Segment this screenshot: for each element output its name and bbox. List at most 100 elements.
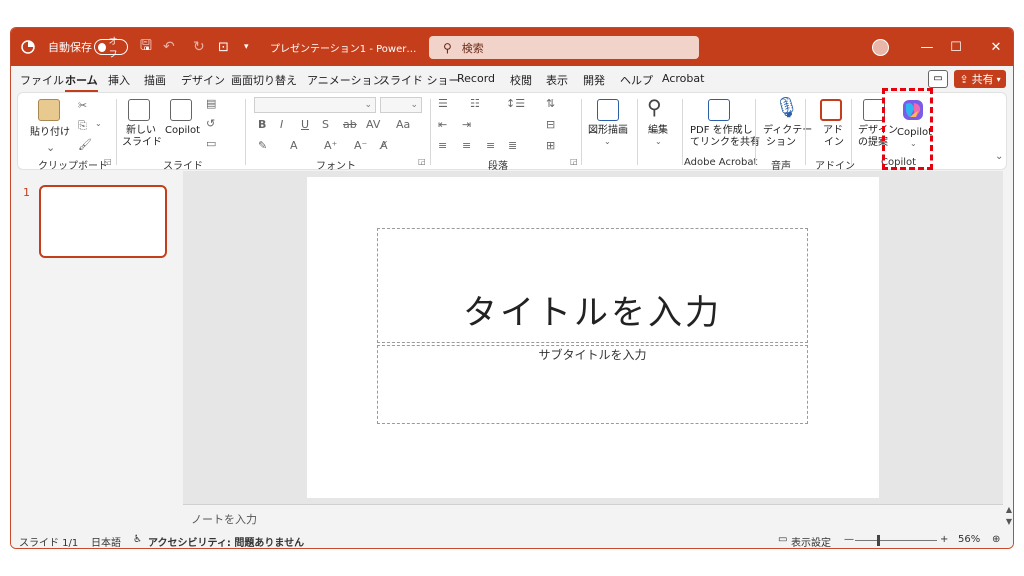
subtitle-placeholder[interactable]: サブタイトルを入力 <box>377 345 808 424</box>
tab-home[interactable]: ホーム <box>65 72 98 92</box>
microphone-icon[interactable]: 🎙 <box>774 95 799 119</box>
chevron-down-icon[interactable]: ⌄ <box>46 141 55 154</box>
addin-label-1[interactable]: アド <box>823 125 843 137</box>
new-slide-label-1[interactable]: 新しい <box>126 125 156 137</box>
title-placeholder[interactable]: タイトルを入力 <box>377 228 808 343</box>
font-color-icon[interactable]: A <box>290 139 298 152</box>
strikethrough-icon[interactable]: ab <box>343 118 357 131</box>
addin-label-2[interactable]: イン <box>824 137 844 149</box>
zoom-slider[interactable] <box>855 535 937 546</box>
new-slide-icon[interactable] <box>128 99 150 121</box>
tab-review[interactable]: 校閲 <box>510 72 532 88</box>
smartart-icon[interactable]: ⊞ <box>546 139 555 152</box>
display-settings-icon[interactable]: ▭ <box>778 534 787 545</box>
tab-file[interactable]: ファイル <box>20 72 64 88</box>
tab-slideshow[interactable]: スライド ショー <box>379 72 460 88</box>
dialog-launcher-icon[interactable]: ◲ <box>104 157 112 166</box>
decrease-font-icon[interactable]: A⁻ <box>354 139 367 152</box>
customize-toolbar-icon[interactable]: ▾ <box>244 28 249 66</box>
increase-indent-icon[interactable]: ⇥ <box>462 118 471 131</box>
bullets-icon[interactable]: ☰ <box>438 97 448 110</box>
language[interactable]: 日本語 <box>91 534 121 548</box>
accessibility-status[interactable]: アクセシビリティ: 問題ありません <box>148 534 304 548</box>
underline-icon[interactable]: U <box>301 118 309 131</box>
bold-icon[interactable]: B <box>258 118 266 131</box>
slide-thumbnail[interactable] <box>39 185 167 258</box>
zoom-in-icon[interactable]: + <box>940 534 948 545</box>
acrobat-pdf-icon[interactable] <box>708 99 730 121</box>
save-icon[interactable]: 🖫 <box>140 28 152 66</box>
addins-icon[interactable] <box>820 99 842 121</box>
autosave-toggle[interactable]: オフ <box>94 28 128 66</box>
tab-view[interactable]: 表示 <box>546 72 568 88</box>
tab-record[interactable]: Record <box>457 72 495 85</box>
tab-help[interactable]: ヘルプ <box>620 72 653 88</box>
slide[interactable]: タイトルを入力 サブタイトルを入力 <box>307 177 879 498</box>
layout-icon[interactable]: ▤ <box>206 97 216 110</box>
minimize-button[interactable]: — <box>912 28 942 66</box>
copy-icon[interactable]: ⎘ <box>78 119 87 133</box>
tab-draw[interactable]: 描画 <box>144 72 166 88</box>
font-size-dropdown[interactable]: ⌄ <box>380 97 422 113</box>
tab-acrobat[interactable]: Acrobat <box>662 72 704 85</box>
paste-icon[interactable] <box>38 99 60 121</box>
start-slideshow-icon[interactable]: ⊡ <box>218 28 229 66</box>
accessibility-icon[interactable]: ♿ <box>133 534 142 545</box>
align-text-icon[interactable]: ⊟ <box>546 118 555 131</box>
copilot-slide-icon[interactable] <box>170 99 192 121</box>
char-spacing-icon[interactable]: AV <box>366 118 380 131</box>
reset-icon[interactable]: ↺ <box>206 117 215 130</box>
edit-label[interactable]: 編集 <box>648 125 668 137</box>
line-spacing-icon[interactable]: ↕☰ <box>506 97 525 110</box>
tab-design[interactable]: デザイン <box>181 72 225 88</box>
numbering-icon[interactable]: ☷ <box>470 97 480 110</box>
notes-pane[interactable]: ノートを入力 <box>183 504 1003 530</box>
tab-transitions[interactable]: 画面切り替え <box>231 72 297 88</box>
redo-icon[interactable]: ↻ <box>193 28 205 66</box>
text-direction-icon[interactable]: ⇅ <box>546 97 555 110</box>
shadow-icon[interactable]: S <box>322 118 329 131</box>
change-case-icon[interactable]: Aa <box>396 118 410 131</box>
zoom-out-icon[interactable]: — <box>844 534 854 545</box>
fit-to-window-icon[interactable]: ⊕ <box>992 534 1000 545</box>
maximize-button[interactable]: ☐ <box>941 28 971 66</box>
comments-icon[interactable]: ▭ <box>928 70 948 88</box>
new-slide-label-2[interactable]: スライド <box>122 137 162 149</box>
chevron-down-icon[interactable]: ⌄ <box>655 137 662 146</box>
vertical-scrollbar[interactable]: ▲ ▼ <box>1003 504 1013 530</box>
display-settings[interactable]: 表示設定 <box>791 534 831 548</box>
account-avatar[interactable] <box>872 39 889 56</box>
pdf-label-2[interactable]: てリンクを共有 <box>690 137 760 149</box>
search-icon[interactable]: ⚲ <box>647 95 662 119</box>
font-name-dropdown[interactable]: ⌄ <box>254 97 376 113</box>
format-painter-icon[interactable]: 🖌 <box>78 138 92 151</box>
highlight-icon[interactable]: ✎ <box>258 139 267 152</box>
shapes-icon[interactable] <box>597 99 619 121</box>
align-left-icon[interactable]: ≡ <box>438 139 447 152</box>
tab-developer[interactable]: 開発 <box>583 72 605 88</box>
chevron-down-icon[interactable]: ⌄ <box>95 119 102 128</box>
decrease-indent-icon[interactable]: ⇤ <box>438 118 447 131</box>
dialog-launcher-icon[interactable]: ◲ <box>418 157 426 166</box>
paste-label[interactable]: 貼り付け <box>30 127 70 139</box>
dialog-launcher-icon[interactable]: ◲ <box>570 157 578 166</box>
italic-icon[interactable]: I <box>280 118 283 131</box>
clear-format-icon[interactable]: A̸ <box>380 139 388 152</box>
share-button[interactable]: ⇪ 共有 ▾ <box>954 70 1006 88</box>
copilot-small-label[interactable]: Copilot <box>165 125 200 137</box>
undo-icon[interactable]: ↶ <box>163 28 175 66</box>
section-icon[interactable]: ▭ <box>206 137 216 150</box>
align-center-icon[interactable]: ≡ <box>462 139 471 152</box>
collapse-ribbon-icon[interactable]: ⌄ <box>995 151 1003 162</box>
zoom-slider-thumb[interactable] <box>876 535 880 546</box>
close-button[interactable]: ✕ <box>981 28 1011 66</box>
align-right-icon[interactable]: ≡ <box>486 139 495 152</box>
search-box[interactable]: ⚲ 検索 <box>429 36 699 59</box>
tab-insert[interactable]: 挿入 <box>108 72 130 88</box>
shapes-label[interactable]: 図形描画 <box>588 125 628 137</box>
cut-icon[interactable]: ✂ <box>78 99 87 112</box>
tab-animations[interactable]: アニメーション <box>307 72 384 88</box>
chevron-down-icon[interactable]: ⌄ <box>604 137 611 146</box>
zoom-level[interactable]: 56% <box>958 534 980 545</box>
pdf-label-1[interactable]: PDF を作成し <box>690 125 753 137</box>
